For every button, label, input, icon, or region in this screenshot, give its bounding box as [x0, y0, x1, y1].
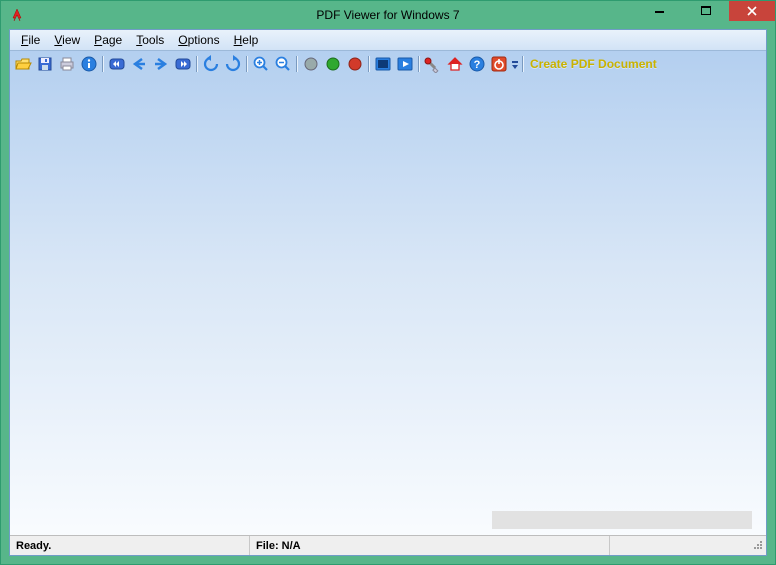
last-page-button[interactable]: [172, 53, 194, 75]
status-ready: Ready.: [10, 536, 250, 555]
svg-text:?: ?: [474, 59, 481, 71]
first-page-button[interactable]: [106, 53, 128, 75]
open-button[interactable]: [12, 53, 34, 75]
progress-placeholder: [492, 511, 752, 529]
app-icon: [9, 7, 25, 23]
resize-grip-icon[interactable]: [750, 539, 766, 553]
help-button[interactable]: ?: [466, 53, 488, 75]
window-controls: [637, 1, 775, 21]
menu-help[interactable]: Help: [227, 31, 266, 49]
separator: [416, 53, 422, 75]
statusbar: Ready. File: N/A: [10, 535, 766, 555]
maximize-button[interactable]: [683, 1, 729, 21]
red-button[interactable]: [344, 53, 366, 75]
rotate-left-button[interactable]: [200, 53, 222, 75]
separator: [244, 53, 250, 75]
toolbar: ? Create PDF Document: [10, 51, 766, 77]
separator: [294, 53, 300, 75]
menu-options[interactable]: Options: [171, 31, 226, 49]
zoom-in-button[interactable]: [250, 53, 272, 75]
menu-page[interactable]: Page: [87, 31, 129, 49]
menubar: File View Page Tools Options Help: [10, 30, 766, 51]
toolbar-dropdown[interactable]: [510, 53, 520, 75]
status-empty: [610, 536, 750, 555]
menu-file[interactable]: File: [14, 31, 47, 49]
titlebar[interactable]: PDF Viewer for Windows 7: [1, 1, 775, 29]
client-area: File View Page Tools Options Help: [9, 29, 767, 556]
separator: [100, 53, 106, 75]
print-button[interactable]: [56, 53, 78, 75]
grayscale-button[interactable]: [300, 53, 322, 75]
save-button[interactable]: [34, 53, 56, 75]
app-window: PDF Viewer for Windows 7 File View Page …: [0, 0, 776, 565]
zoom-out-button[interactable]: [272, 53, 294, 75]
green-button[interactable]: [322, 53, 344, 75]
separator: [366, 53, 372, 75]
prev-page-button[interactable]: [128, 53, 150, 75]
separator: [194, 53, 200, 75]
slideshow-button[interactable]: [394, 53, 416, 75]
next-page-button[interactable]: [150, 53, 172, 75]
power-button[interactable]: [488, 53, 510, 75]
content-area: [10, 77, 766, 535]
menu-view[interactable]: View: [47, 31, 87, 49]
info-button[interactable]: [78, 53, 100, 75]
rotate-right-button[interactable]: [222, 53, 244, 75]
create-pdf-link[interactable]: Create PDF Document: [530, 57, 657, 71]
options-button[interactable]: [422, 53, 444, 75]
menu-tools[interactable]: Tools: [129, 31, 171, 49]
home-button[interactable]: [444, 53, 466, 75]
close-button[interactable]: [729, 1, 775, 21]
fullscreen-button[interactable]: [372, 53, 394, 75]
minimize-button[interactable]: [637, 1, 683, 21]
separator: [520, 53, 526, 75]
status-file: File: N/A: [250, 536, 610, 555]
